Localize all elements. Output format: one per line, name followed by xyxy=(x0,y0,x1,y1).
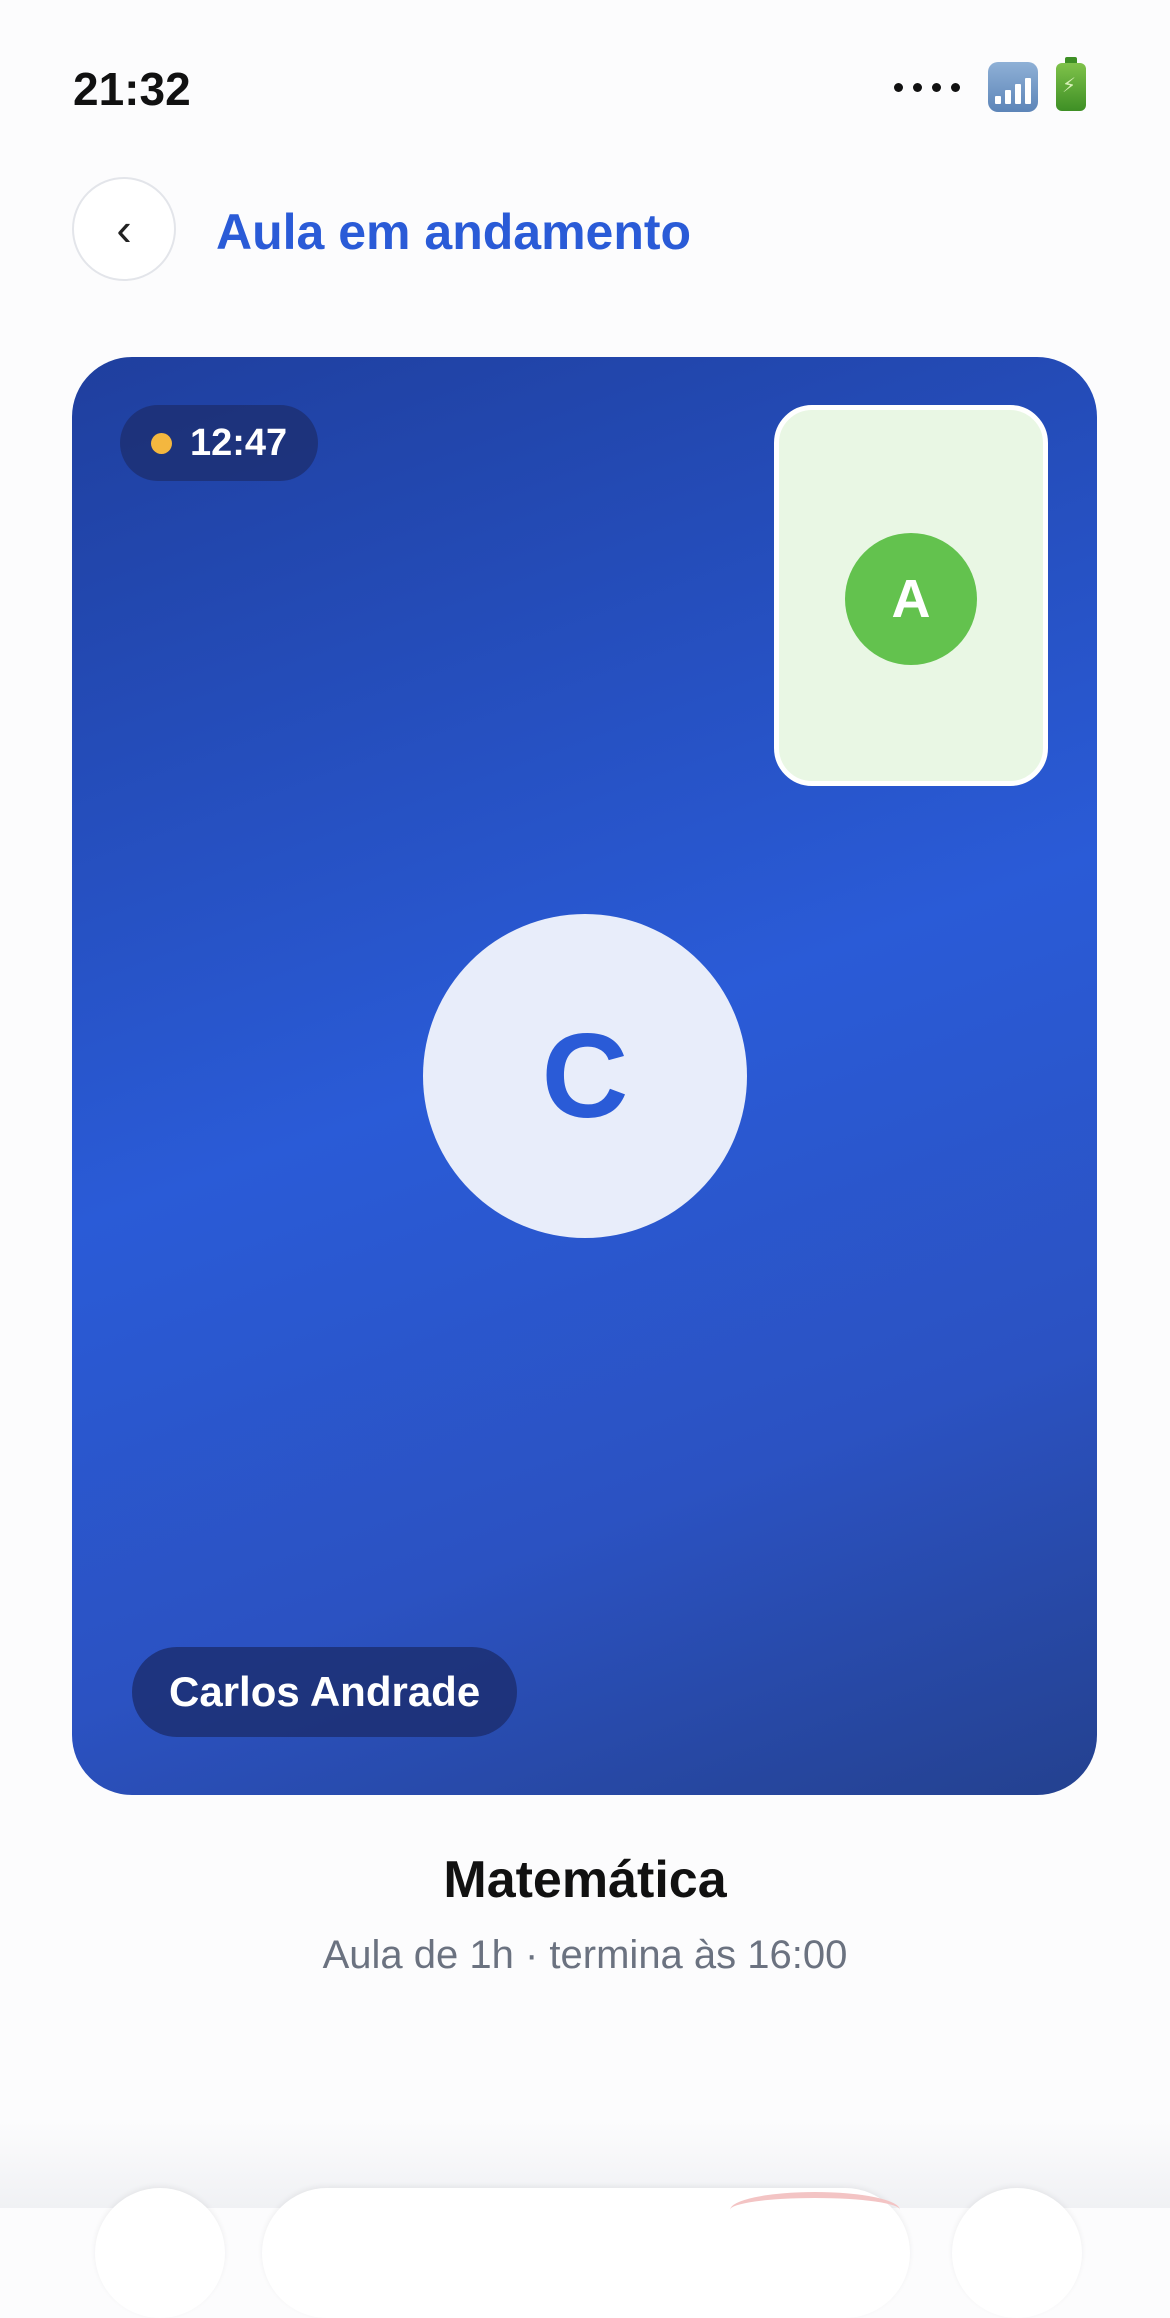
cellular-signal-icon xyxy=(988,62,1038,112)
back-button[interactable]: ‹ xyxy=(72,177,176,281)
video-call-card: 12:47 A C Carlos Andrade xyxy=(72,357,1097,1795)
self-view-tile[interactable]: A xyxy=(774,405,1048,786)
status-icons xyxy=(894,57,1086,112)
call-elapsed-time: 12:47 xyxy=(190,421,288,464)
live-indicator-icon xyxy=(151,432,172,454)
chevron-left-icon: ‹ xyxy=(116,203,132,255)
self-avatar: A xyxy=(845,533,977,665)
status-time: 21:32 xyxy=(73,63,191,115)
remote-avatar: C xyxy=(423,914,747,1238)
remote-name-badge: Carlos Andrade xyxy=(132,1647,518,1737)
lesson-details: Aula de 1h · termina às 16:00 xyxy=(322,1933,848,1977)
lesson-subject: Matemática xyxy=(443,1851,727,1909)
status-bar: 21:32 xyxy=(0,0,1170,180)
battery-charging-icon xyxy=(1056,57,1086,111)
call-timer-badge: 12:47 xyxy=(120,405,319,481)
end-call-icon xyxy=(730,2192,900,2228)
carrier-dots-icon xyxy=(894,82,960,92)
page-title: Aula em andamento xyxy=(216,204,692,260)
header: ‹ Aula em andamento xyxy=(0,175,1170,285)
